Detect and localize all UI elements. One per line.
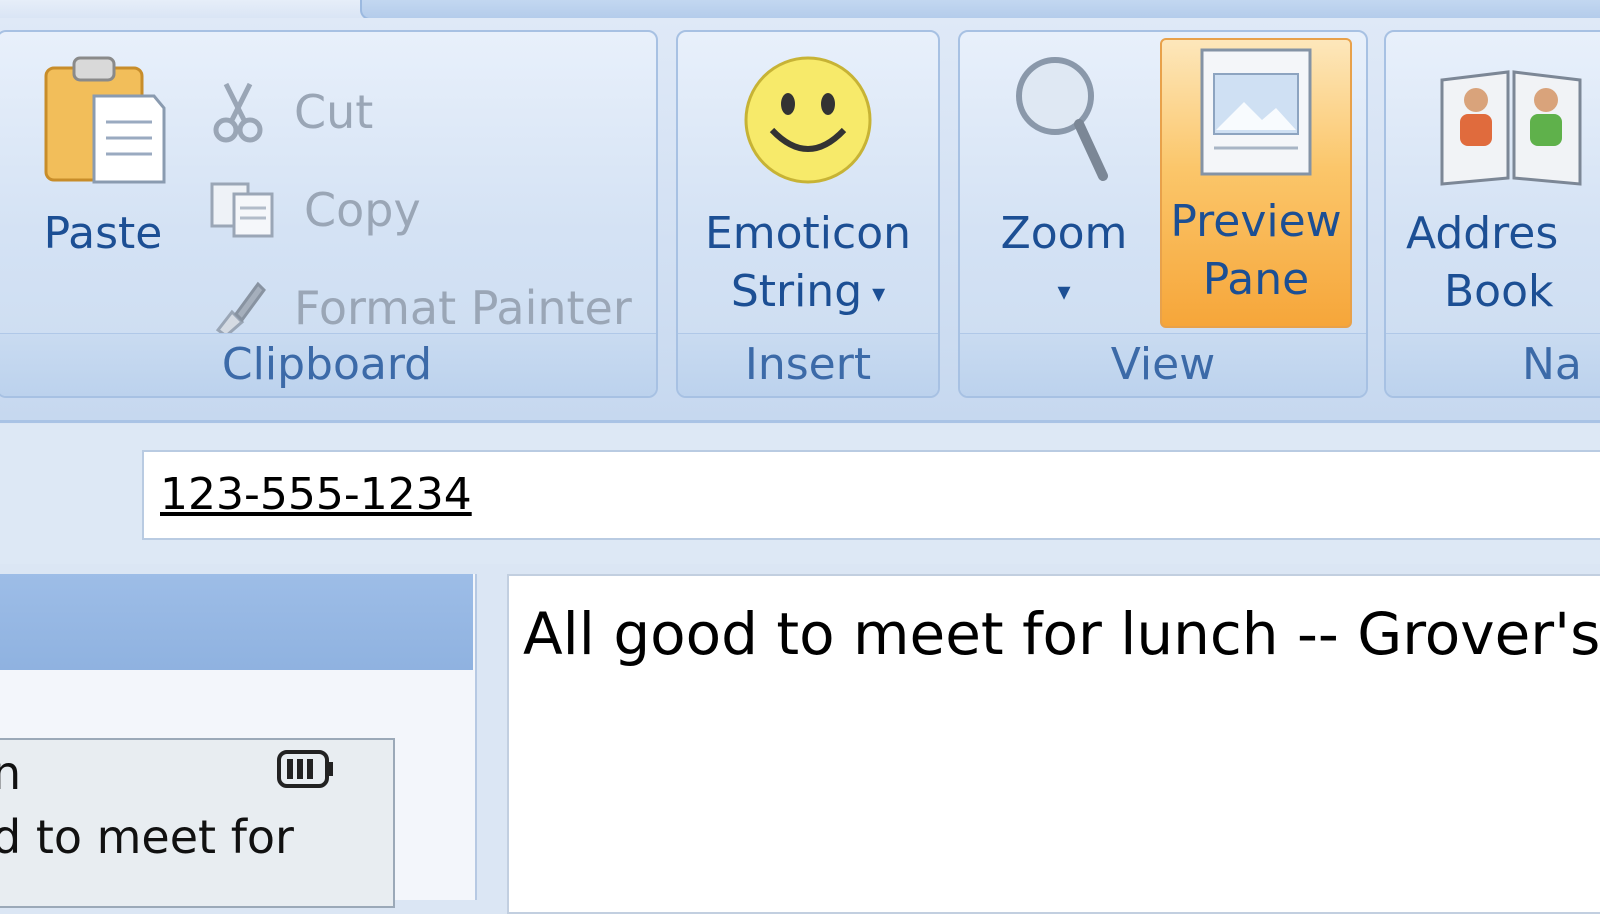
insert-group-label: Insert [678, 333, 938, 396]
message-body-pane[interactable]: All good to meet for lunch -- Grover's a [507, 574, 1600, 914]
message-body-text: All good to meet for lunch -- Grover's a [523, 600, 1600, 668]
message-item-sender: n [0, 746, 22, 800]
paste-button[interactable]: Paste [28, 50, 178, 290]
address-book-icon [1440, 70, 1582, 186]
emoticon-string-button[interactable]: Emoticon String ▾ [688, 50, 928, 330]
paintbrush-icon [215, 281, 266, 338]
smiley-icon [744, 56, 872, 184]
clipboard-paste-icon [44, 56, 166, 184]
zoom-label: Zoom [1000, 208, 1128, 259]
message-list-panel: n d to meet for [0, 574, 477, 908]
ribbon: Paste Cut Copy Format Painter Clipboard … [0, 18, 1600, 423]
scissors-icon [213, 82, 263, 143]
address-book-label-line2: Book [1444, 266, 1554, 317]
copy-label: Copy [304, 183, 421, 237]
copy-button[interactable]: Copy [208, 170, 421, 250]
names-group-label: Na [1386, 333, 1600, 396]
preview-label-line1: Preview [1170, 196, 1342, 247]
message-list-header [0, 574, 473, 670]
magnifier-icon [1016, 57, 1108, 181]
preview-label-line2: Pane [1202, 254, 1310, 305]
emoticon-label-line1: Emoticon [704, 208, 912, 259]
names-group: Addres Book Na [1384, 30, 1600, 398]
copy-icon [210, 182, 274, 238]
chevron-down-icon: ▾ [1057, 277, 1071, 307]
insert-group: Emoticon String ▾ Insert [676, 30, 940, 398]
emoticon-label-line2: String [730, 266, 863, 317]
preview-pane-button[interactable]: Preview Pane [1160, 38, 1352, 328]
clipboard-group-label: Clipboard [0, 333, 656, 396]
view-group: Zoom ▾ Preview Pane View [958, 30, 1368, 398]
cut-label: Cut [294, 85, 374, 139]
cut-button[interactable]: Cut [208, 72, 373, 152]
preview-pane-icon [1200, 48, 1312, 176]
message-list-item[interactable]: n d to meet for [0, 738, 395, 908]
paste-label: Paste [43, 208, 163, 259]
ribbon-tab-active[interactable] [360, 0, 1600, 20]
battery-icon [277, 750, 333, 788]
message-item-preview: d to meet for [0, 810, 294, 864]
zoom-button[interactable]: Zoom ▾ [984, 50, 1144, 330]
format-painter-label: Format Painter [294, 281, 632, 335]
view-group-label: View [960, 333, 1366, 396]
chevron-down-icon: ▾ [872, 279, 886, 309]
clipboard-group: Paste Cut Copy Format Painter Clipboard [0, 30, 658, 398]
address-book-label-line1: Addres [1406, 208, 1559, 259]
address-book-button[interactable]: Addres Book [1406, 50, 1600, 330]
phone-number-field[interactable]: 123-555-1234 [142, 450, 1600, 540]
